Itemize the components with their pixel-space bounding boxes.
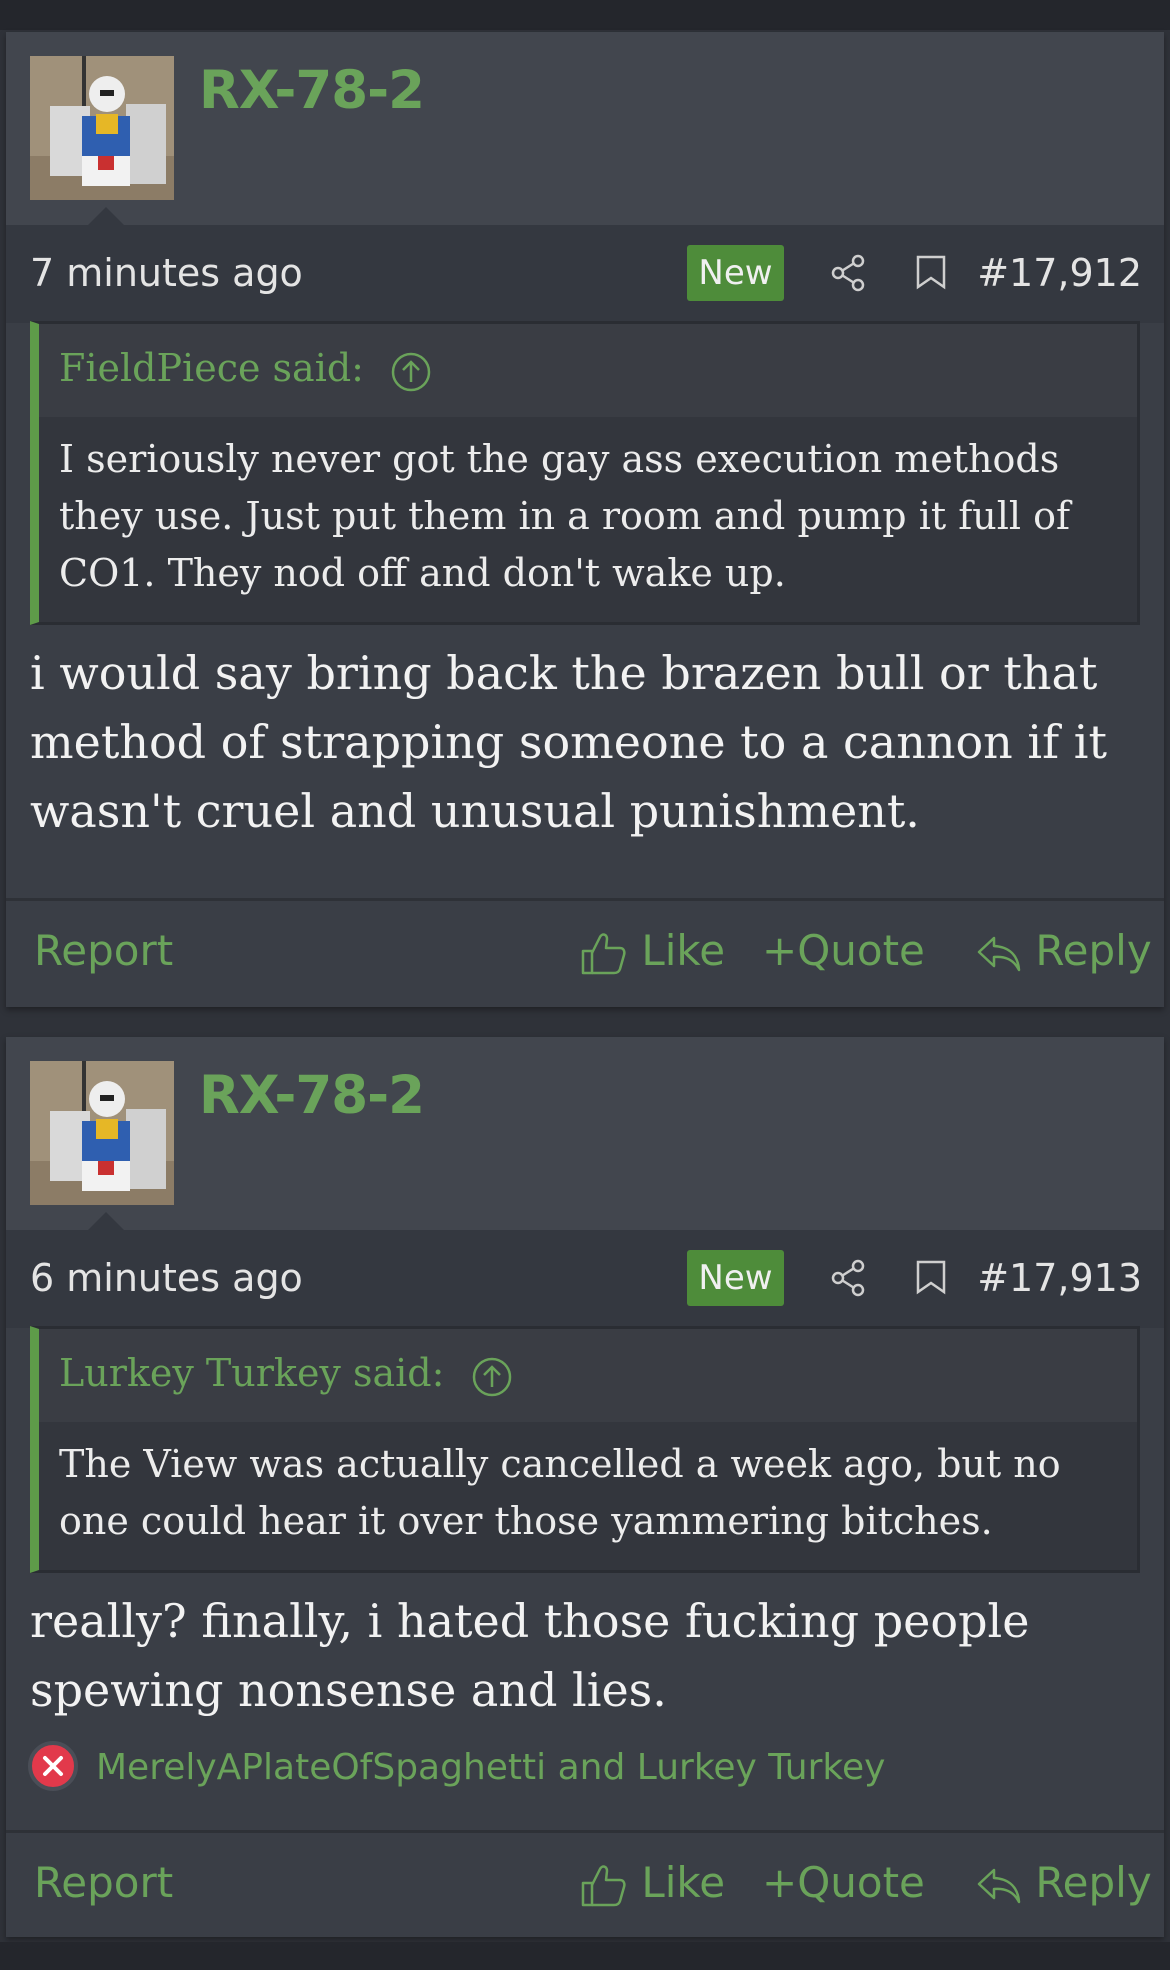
like-button[interactable]: Like <box>580 1858 725 1909</box>
bookmark-icon[interactable] <box>914 253 948 293</box>
message-line: wasn't cruel and unusual punishment. <box>30 784 920 838</box>
post-timestamp[interactable]: 7 minutes ago <box>30 251 303 295</box>
quote-line: one could hear it over those yammering b… <box>59 1499 993 1543</box>
quote-header[interactable]: Lurkey Turkey said: <box>39 1329 1137 1422</box>
plus-icon: + <box>762 926 798 975</box>
reply-arrow-icon <box>977 936 1021 971</box>
post-number[interactable]: #17,912 <box>977 251 1142 295</box>
share-icon[interactable] <box>828 1258 868 1298</box>
quote-text: The View was actually cancelled a week a… <box>39 1422 1137 1570</box>
quote-line: The View was actually cancelled a week a… <box>59 1442 1061 1486</box>
bottom-edge-bar <box>0 1942 1170 1970</box>
like-button[interactable]: Like <box>580 926 725 977</box>
post-author-header: RX-78-2 <box>6 32 1164 225</box>
post-message: i would say bring back the brazen bull o… <box>6 625 1164 846</box>
reply-label: Reply <box>1035 1858 1152 1907</box>
share-icon[interactable] <box>828 253 868 293</box>
quote-text: I seriously never got the gay ass execut… <box>39 417 1137 622</box>
reply-button[interactable]: Reply <box>976 1858 1152 1907</box>
quote-line: CO1. They nod off and don't wake up. <box>59 551 786 595</box>
thumbs-up-icon <box>581 932 626 974</box>
avatar[interactable] <box>30 1061 174 1205</box>
reactions-bar[interactable]: MerelyAPlateOfSpaghetti and Lurkey Turke… <box>6 1735 1164 1795</box>
report-button[interactable]: Report <box>34 926 173 975</box>
quote-block: Lurkey Turkey said: The View was actuall… <box>30 1326 1140 1573</box>
new-badge: New <box>687 245 784 301</box>
arrow-up-circle-icon[interactable] <box>390 351 432 393</box>
quote-line: they use. Just put them in a room and pu… <box>59 494 1071 538</box>
quote-button[interactable]: +Quote <box>762 926 925 975</box>
reaction-users[interactable]: MerelyAPlateOfSpaghetti and Lurkey Turke… <box>96 1747 885 1788</box>
quote-label: Quote <box>797 926 925 975</box>
avatar-caret <box>88 207 124 225</box>
avatar[interactable] <box>30 56 174 200</box>
post-timestamp[interactable]: 6 minutes ago <box>30 1256 303 1300</box>
like-label: Like <box>641 926 726 975</box>
post-actions: Report Like +Quote Reply <box>6 1838 1164 1932</box>
message-line: i would say bring back the brazen bull o… <box>30 646 1098 700</box>
quote-author[interactable]: Lurkey Turkey said: <box>59 1351 444 1395</box>
post-meta-bar: 7 minutes ago New #17,912 <box>6 225 1164 323</box>
report-button[interactable]: Report <box>34 1858 173 1907</box>
message-line: method of strapping someone to a cannon … <box>30 715 1107 769</box>
actions-divider <box>6 1830 1164 1833</box>
quote-label: Quote <box>797 1858 925 1907</box>
post-actions: Report Like +Quote Reply <box>6 906 1164 1000</box>
message-line: really? finally, i hated those fucking p… <box>30 1594 1030 1648</box>
x-reaction-icon <box>28 1741 78 1791</box>
reply-label: Reply <box>1035 926 1152 975</box>
bookmark-icon[interactable] <box>914 1258 948 1298</box>
quote-line: I seriously never got the gay ass execut… <box>59 437 1060 481</box>
post-17913: RX-78-2 6 minutes ago New #17,913 Lurkey… <box>6 1037 1164 1937</box>
top-edge-bar <box>0 0 1170 30</box>
arrow-up-circle-icon[interactable] <box>471 1356 513 1398</box>
message-line: spewing nonsense and lies. <box>30 1663 667 1717</box>
username[interactable]: RX-78-2 <box>199 60 425 121</box>
thumbs-up-icon <box>581 1864 626 1906</box>
reply-arrow-icon <box>977 1868 1021 1903</box>
post-17912: RX-78-2 7 minutes ago New #17,912 FieldP… <box>6 32 1164 1007</box>
post-number[interactable]: #17,913 <box>977 1256 1142 1300</box>
quote-block: FieldPiece said: I seriously never got t… <box>30 321 1140 625</box>
avatar-caret <box>88 1212 124 1230</box>
plus-icon: + <box>762 1858 798 1907</box>
quote-header[interactable]: FieldPiece said: <box>39 324 1137 417</box>
post-author-header: RX-78-2 <box>6 1037 1164 1230</box>
post-message: really? finally, i hated those fucking p… <box>6 1573 1164 1725</box>
post-meta-bar: 6 minutes ago New #17,913 <box>6 1230 1164 1328</box>
quote-button[interactable]: +Quote <box>762 1858 925 1907</box>
reply-button[interactable]: Reply <box>976 926 1152 975</box>
new-badge: New <box>687 1250 784 1306</box>
like-label: Like <box>641 1858 726 1907</box>
actions-divider <box>6 898 1164 901</box>
username[interactable]: RX-78-2 <box>199 1065 425 1126</box>
quote-author[interactable]: FieldPiece said: <box>59 346 364 390</box>
